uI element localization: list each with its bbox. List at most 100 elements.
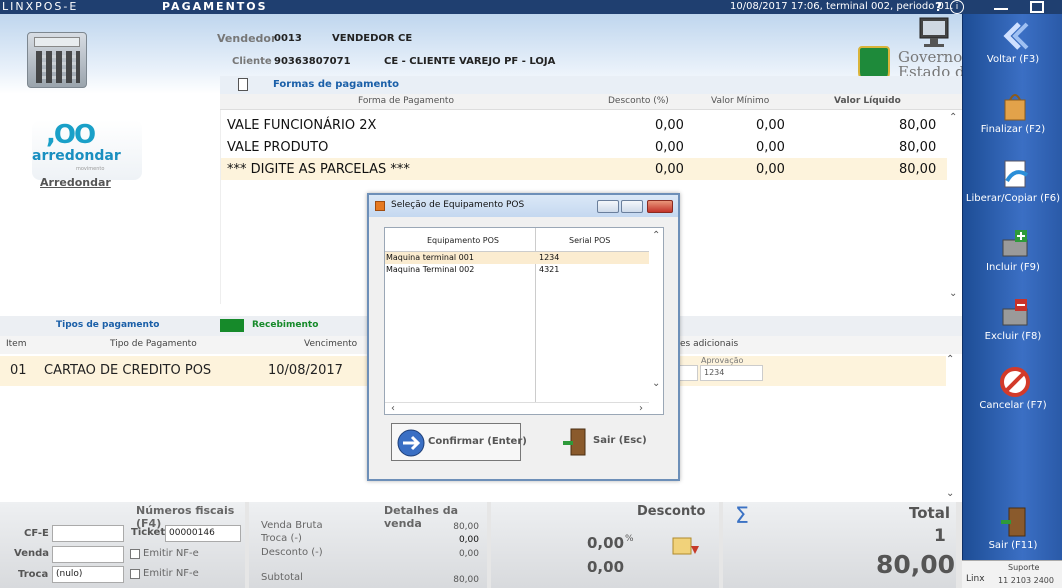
scroll-left-icon[interactable]: ‹ — [391, 403, 395, 414]
ticket-input[interactable]: 00000146 — [165, 525, 241, 542]
excluir-button[interactable]: Excluir (F8) — [963, 297, 1062, 357]
voltar-button[interactable]: Voltar (F3) — [963, 20, 1062, 80]
desconto-value: 0,00 — [587, 558, 625, 576]
cfe-input[interactable] — [52, 525, 124, 542]
scroll-down-icon[interactable]: ⌄ — [652, 378, 660, 389]
desconto-panel: Desconto 0,00 % 0,00 — [491, 502, 719, 588]
app-brand: LINXPOS-E — [2, 0, 79, 13]
discount-icon[interactable] — [669, 532, 703, 562]
tab-recebimento[interactable]: Recebimento — [252, 320, 318, 330]
maximize-button[interactable] — [1030, 1, 1044, 13]
dialog-title-bar[interactable]: Seleção de Equipamento POS — [369, 195, 678, 217]
col-item: Item — [6, 339, 27, 349]
shopping-bag-icon — [1004, 94, 1026, 121]
scroll-up-icon[interactable]: ⌃ — [949, 112, 957, 123]
cliente-code: 90363807071 — [274, 56, 351, 67]
exit-door-icon — [1001, 507, 1026, 537]
app-icon — [375, 201, 385, 211]
vendedor-label: Vendedor — [217, 32, 277, 45]
formas-title: Formas de pagamento — [273, 79, 400, 90]
title-bar: LINXPOS-E PAGAMENTOS 10/08/2017 17:06, t… — [0, 0, 1062, 14]
document-icon — [238, 78, 248, 91]
scroll-up-icon[interactable]: ⌃ — [652, 230, 660, 241]
arredondar-logo-mark: ,OO — [46, 120, 96, 150]
detalhes-panel: Detalhes da venda Venda Bruta 80,00 Troc… — [249, 502, 487, 588]
arredondar-logo[interactable]: ,OO arredondar movimento — [32, 120, 142, 180]
exit-button[interactable]: Sair (Esc) — [557, 423, 657, 461]
desconto-title: Desconto — [637, 504, 706, 519]
back-arrow-icon — [1003, 22, 1029, 50]
session-status: 10/08/2017 17:06, terminal 002, periodo … — [730, 1, 954, 12]
col-adicionais: es adicionais — [680, 339, 739, 349]
scroll-down-icon[interactable]: ⌄ — [949, 288, 957, 299]
scroll-right-icon[interactable]: › — [639, 403, 643, 414]
list-item[interactable]: Maquina Terminal 002 4321 — [385, 264, 649, 276]
col-vencimento: Vencimento — [304, 339, 358, 349]
scroll-down-icon[interactable]: ⌄ — [946, 488, 954, 499]
col-desconto: Desconto (%) — [608, 96, 669, 106]
dialog-close-button[interactable] — [647, 200, 673, 213]
total-value: 80,00 — [876, 550, 956, 579]
scroll-up-icon[interactable]: ⌃ — [946, 354, 954, 365]
dialog-minimize-button[interactable] — [597, 200, 619, 213]
support-phone: 11 2103 2400 — [998, 576, 1054, 585]
aprovacao-label: Aprovação — [701, 356, 744, 365]
action-sidebar: Voltar (F3) Finalizar (F2) Liberar/Copia… — [962, 14, 1062, 588]
col-liquido: Valor Líquido — [834, 96, 901, 106]
list-item[interactable]: Maquina terminal 001 1234 — [385, 252, 649, 264]
payment-table-header: Forma de Pagamento Desconto (%) Valor Mí… — [220, 94, 962, 110]
arredondar-button[interactable]: Arredondar — [40, 176, 111, 189]
recebimento-icon — [220, 319, 244, 332]
pos-selection-dialog: Seleção de Equipamento POS Equipamento P… — [367, 193, 680, 481]
window-title: PAGAMENTOS — [162, 0, 268, 13]
venda-input[interactable] — [52, 546, 124, 563]
add-payment-icon — [1002, 230, 1028, 257]
exit-door-icon — [563, 428, 586, 456]
cliente-name: CE - CLIENTE VAREJO PF - LOJA — [384, 56, 556, 67]
aprovacao-field[interactable]: 1234 — [700, 365, 763, 381]
info-icon[interactable]: i — [950, 0, 964, 14]
sair-button[interactable]: Sair (F11) — [963, 506, 1062, 566]
total-items: 1 — [934, 526, 946, 546]
troca-input[interactable]: (nulo) — [52, 566, 124, 583]
dialog-title: Seleção de Equipamento POS — [391, 200, 525, 210]
dialog-maximize-button[interactable] — [621, 200, 643, 213]
linx-logo: Linx — [966, 574, 985, 584]
remove-payment-icon — [1002, 299, 1028, 326]
total-panel: Σ Total 1 80,00 — [723, 502, 956, 588]
arredondar-logo-sub: movimento — [76, 166, 105, 172]
finalizar-button[interactable]: Finalizar (F2) — [963, 90, 1062, 150]
bottom-panels: Números fiscais (F4) CF-E Ticket 0000014… — [0, 502, 962, 588]
emitir-nfe-checkbox[interactable] — [130, 569, 140, 579]
right-arrow-icon — [397, 429, 425, 457]
liberar-copiar-button[interactable]: Liberar/Copiar (F6) — [963, 159, 1062, 219]
table-row[interactable]: VALE PRODUTO 0,00 0,00 80,00 — [221, 136, 947, 158]
confirm-button[interactable]: Confirmar (Enter) — [391, 423, 527, 461]
horizontal-scrollbar[interactable]: ‹ › — [385, 402, 649, 414]
pos-list-header: Equipamento POS Serial POS — [385, 228, 649, 252]
col-forma: Forma de Pagamento — [358, 96, 454, 106]
desconto-percent: 0,00 — [587, 534, 625, 552]
support-panel: Linx Suporte 11 2103 2400 — [962, 560, 1062, 588]
cliente-label: Cliente — [232, 56, 272, 67]
formas-bar: Formas de pagamento — [220, 76, 962, 94]
copy-document-icon — [1004, 160, 1029, 188]
sum-icon: Σ — [735, 504, 749, 529]
cancelar-button[interactable]: Cancelar (F7) — [963, 366, 1062, 426]
vendedor-name: VENDEDOR CE — [332, 33, 413, 44]
table-row[interactable]: VALE FUNCIONÁRIO 2X 0,00 0,00 80,00 — [221, 114, 947, 136]
emitir-nfe-checkbox[interactable] — [130, 549, 140, 559]
incluir-button[interactable]: Incluir (F9) — [963, 228, 1062, 288]
help-icon[interactable]: ? — [935, 0, 942, 14]
calculator-icon — [27, 32, 87, 88]
monitor-icon — [919, 17, 949, 47]
cancel-icon — [1000, 367, 1030, 397]
minimize-button[interactable] — [994, 2, 1008, 10]
total-title: Total — [909, 504, 950, 522]
col-tipo: Tipo de Pagamento — [110, 339, 197, 349]
tab-tipos-pagamento[interactable]: Tipos de pagamento — [56, 320, 159, 330]
vendedor-code: 0013 — [274, 33, 302, 44]
arredondar-logo-text: arredondar — [32, 148, 121, 164]
pos-list: Equipamento POS Serial POS Maquina termi… — [384, 227, 664, 415]
table-row[interactable]: *** DIGITE AS PARCELAS *** 0,00 0,00 80,… — [221, 158, 947, 180]
